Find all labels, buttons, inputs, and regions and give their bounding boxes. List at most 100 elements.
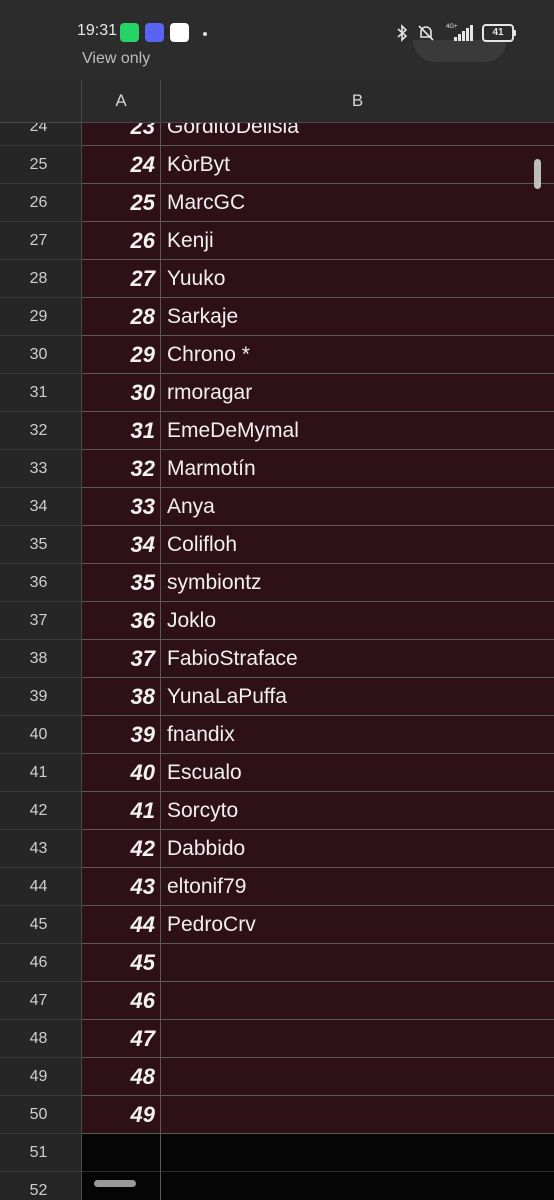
cell-b[interactable]: EmeDeMymal [161,412,554,450]
cell-a[interactable]: 41 [82,792,161,830]
cell-b[interactable]: Sorcyto [161,792,554,830]
cell-b[interactable] [161,1172,554,1200]
cell-b[interactable]: Sarkaje [161,298,554,336]
cell-b[interactable]: Marmotín [161,450,554,488]
cell-b[interactable]: MarcGC [161,184,554,222]
row-number[interactable]: 30 [0,336,82,374]
cell-a[interactable] [82,1134,161,1172]
cell-b[interactable] [161,1058,554,1096]
row-number[interactable]: 27 [0,222,82,260]
cell-a[interactable]: 49 [82,1096,161,1134]
row-number[interactable]: 38 [0,640,82,678]
row-number[interactable]: 43 [0,830,82,868]
row-number[interactable]: 44 [0,868,82,906]
bing-icon [170,23,189,42]
row-number[interactable]: 35 [0,526,82,564]
cell-a[interactable]: 35 [82,564,161,602]
table-row: 38 37 FabioStraface [0,640,554,678]
cell-b[interactable]: symbiontz [161,564,554,602]
cell-a[interactable]: 48 [82,1058,161,1096]
cell-b[interactable]: YunaLaPuffa [161,678,554,716]
row-number[interactable]: 25 [0,146,82,184]
cell-a[interactable]: 43 [82,868,161,906]
cell-b[interactable] [161,944,554,982]
cell-a[interactable]: 27 [82,260,161,298]
cell-a[interactable]: 45 [82,944,161,982]
cell-b[interactable]: rmoragar [161,374,554,412]
corner-cell[interactable] [0,80,82,122]
cell-b[interactable]: Colifloh [161,526,554,564]
cell-b[interactable] [161,982,554,1020]
column-header-a[interactable]: A [82,80,161,122]
table-row: 40 39 fnandix [0,716,554,754]
row-number[interactable]: 28 [0,260,82,298]
cell-a[interactable]: 29 [82,336,161,374]
row-number[interactable]: 41 [0,754,82,792]
cell-b[interactable]: GorditoDelisia [161,123,554,146]
row-number[interactable]: 32 [0,412,82,450]
cell-b[interactable]: eltonif79 [161,868,554,906]
table-row: 33 32 Marmotín [0,450,554,488]
cell-a[interactable]: 33 [82,488,161,526]
table-row: 52 [0,1172,554,1200]
cell-a[interactable]: 26 [82,222,161,260]
cell-b[interactable]: KòrByt [161,146,554,184]
column-header-bar: A B [0,80,554,123]
cell-a[interactable]: 46 [82,982,161,1020]
cell-b[interactable]: Dabbido [161,830,554,868]
scroll-handle[interactable] [94,1180,136,1187]
cell-a[interactable]: 39 [82,716,161,754]
cell-a[interactable]: 44 [82,906,161,944]
cell-a[interactable]: 24 [82,146,161,184]
cell-a[interactable]: 34 [82,526,161,564]
cell-b[interactable]: Chrono * [161,336,554,374]
cell-a[interactable]: 31 [82,412,161,450]
cell-b[interactable]: Joklo [161,602,554,640]
row-number[interactable]: 31 [0,374,82,412]
row-number[interactable]: 52 [0,1172,82,1200]
row-number[interactable]: 34 [0,488,82,526]
cell-b[interactable]: Yuuko [161,260,554,298]
scrollbar-thumb[interactable] [534,159,541,189]
cell-b[interactable]: Anya [161,488,554,526]
cell-a[interactable]: 40 [82,754,161,792]
cell-a[interactable]: 23 [82,123,161,146]
row-number[interactable]: 42 [0,792,82,830]
column-header-b[interactable]: B [161,80,554,122]
cell-b[interactable]: PedroCrv [161,906,554,944]
cell-a[interactable]: 42 [82,830,161,868]
row-number[interactable]: 29 [0,298,82,336]
row-number[interactable]: 36 [0,564,82,602]
row-number[interactable]: 49 [0,1058,82,1096]
cell-b[interactable]: Escualo [161,754,554,792]
row-number[interactable]: 51 [0,1134,82,1172]
cell-a[interactable]: 25 [82,184,161,222]
cell-a[interactable]: 47 [82,1020,161,1058]
cell-a[interactable]: 38 [82,678,161,716]
cell-a[interactable]: 28 [82,298,161,336]
cell-b[interactable]: FabioStraface [161,640,554,678]
cell-b[interactable] [161,1020,554,1058]
cell-b[interactable] [161,1134,554,1172]
cell-a[interactable]: 36 [82,602,161,640]
row-number[interactable]: 47 [0,982,82,1020]
cell-a[interactable]: 37 [82,640,161,678]
row-number[interactable]: 40 [0,716,82,754]
table-row: 29 28 Sarkaje [0,298,554,336]
cell-b[interactable]: fnandix [161,716,554,754]
row-number[interactable]: 39 [0,678,82,716]
row-number[interactable]: 33 [0,450,82,488]
row-number[interactable]: 24 [0,123,82,146]
row-number[interactable]: 26 [0,184,82,222]
cell-b[interactable] [161,1096,554,1134]
row-number[interactable]: 50 [0,1096,82,1134]
sheet-grid[interactable]: 24 23 GorditoDelisia 25 24 KòrByt 26 25 MarcGC 27… [0,123,554,1200]
cell-a[interactable]: 32 [82,450,161,488]
cell-a[interactable]: 30 [82,374,161,412]
row-number[interactable]: 45 [0,906,82,944]
row-number[interactable]: 48 [0,1020,82,1058]
cell-b[interactable]: Kenji [161,222,554,260]
table-row: 37 36 Joklo [0,602,554,640]
row-number[interactable]: 46 [0,944,82,982]
row-number[interactable]: 37 [0,602,82,640]
